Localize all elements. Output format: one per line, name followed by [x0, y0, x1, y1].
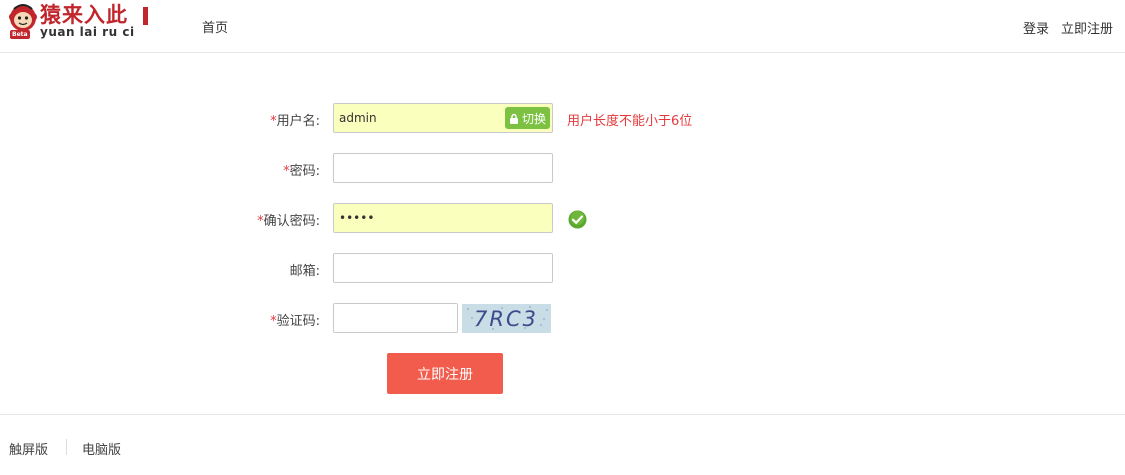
- register-link[interactable]: 立即注册: [1061, 18, 1113, 37]
- confirm-password-label: *确认密码:: [257, 210, 320, 229]
- touch-version-link[interactable]: 触屏版: [9, 439, 48, 458]
- email-field: [333, 253, 553, 283]
- confirm-password-field: [333, 203, 553, 233]
- lock-icon: [509, 113, 518, 124]
- confirm-password-input[interactable]: [334, 204, 552, 232]
- nav-home-link[interactable]: 首页: [202, 17, 228, 36]
- footer-separator: [66, 439, 67, 455]
- logo-title: 猿来入此: [40, 2, 128, 27]
- username-row: *用户名: 切换 用户长度不能小于6位: [0, 103, 1125, 135]
- username-label: *用户名:: [270, 110, 320, 129]
- logo-seal: [143, 7, 148, 25]
- email-row: 邮箱:: [0, 253, 1125, 285]
- captcha-label-text: 验证码:: [276, 314, 320, 329]
- captcha-label: *验证码:: [270, 310, 320, 329]
- submit-register-button[interactable]: 立即注册: [387, 353, 503, 394]
- captcha-field: [333, 303, 458, 333]
- email-label: 邮箱:: [289, 264, 320, 279]
- username-error-message: 用户长度不能小于6位: [567, 114, 693, 129]
- footer-divider: [0, 414, 1125, 415]
- switch-label: 切换: [521, 111, 546, 126]
- check-ok-icon: [568, 210, 587, 229]
- confirm-password-row: *确认密码:: [0, 203, 1125, 235]
- password-row: *密码:: [0, 153, 1125, 185]
- confirm-password-label-text: 确认密码:: [263, 214, 320, 229]
- site-logo[interactable]: Beta 猿来入此 yuan lai ru ci: [8, 3, 150, 41]
- beta-badge: Beta: [10, 30, 30, 39]
- username-field: 切换: [333, 103, 553, 133]
- logo-subtitle: yuan lai ru ci: [40, 25, 135, 39]
- captcha-image[interactable]: 7RC3: [462, 304, 551, 333]
- password-field: [333, 153, 553, 183]
- login-link[interactable]: 登录: [1023, 18, 1049, 37]
- password-label: *密码:: [283, 160, 320, 179]
- captcha-text: 7RC3: [474, 307, 538, 331]
- username-label-text: 用户名:: [276, 114, 320, 129]
- captcha-row: *验证码: 7RC3: [0, 303, 1125, 335]
- top-header: Beta 猿来入此 yuan lai ru ci 首页 登录 立即注册: [0, 0, 1125, 53]
- password-label-text: 密码:: [289, 164, 320, 179]
- email-input[interactable]: [334, 254, 552, 282]
- switch-button[interactable]: 切换: [505, 107, 550, 129]
- captcha-input[interactable]: [334, 304, 457, 332]
- password-input[interactable]: [334, 154, 552, 182]
- pc-version-link[interactable]: 电脑版: [82, 439, 121, 458]
